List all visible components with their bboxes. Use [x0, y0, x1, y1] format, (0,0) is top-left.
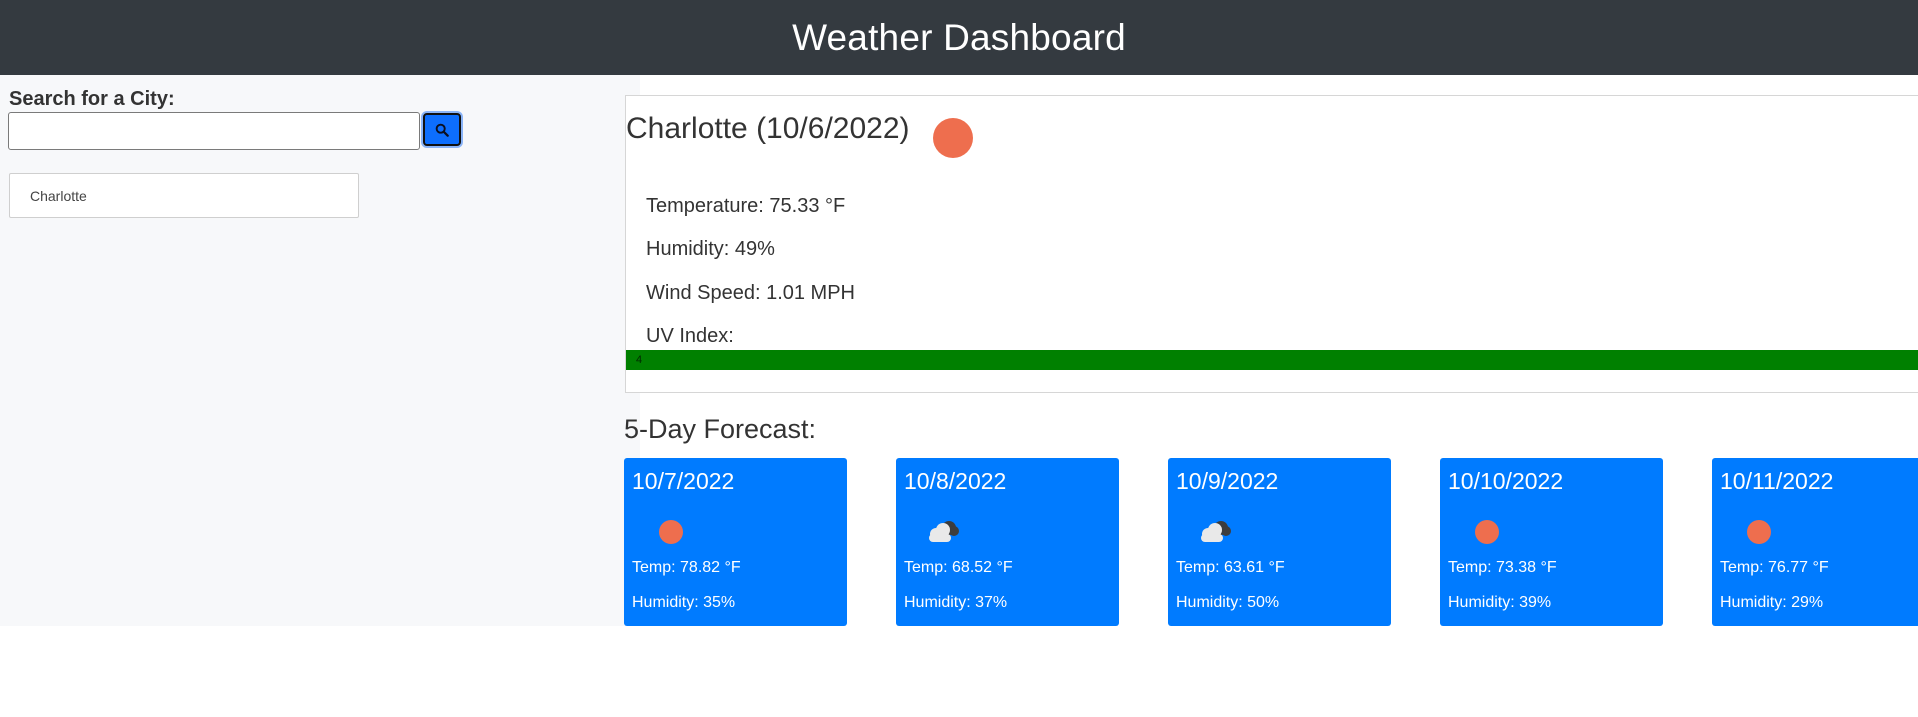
forecast-humidity: Humidity: 37%	[904, 594, 1008, 611]
forecast-card: 10/10/2022 Temp: 73.38 °F Humidity: 39%	[1440, 458, 1663, 626]
forecast-humidity: Humidity: 50%	[1176, 594, 1280, 611]
sun-icon	[1475, 520, 1499, 544]
forecast-temp: Temp: 73.38 °F	[1448, 559, 1557, 576]
search-label: Search for a City:	[9, 88, 175, 110]
sun-icon	[933, 118, 973, 158]
current-weather-card: Charlotte (10/6/2022) Temperature: 75.33…	[625, 95, 1918, 393]
forecast-card: 10/11/2022 Temp: 76.77 °F Humidity: 29%	[1712, 458, 1918, 626]
forecast-humidity: Humidity: 29%	[1720, 594, 1824, 611]
forecast-card: 10/7/2022 Temp: 78.82 °F Humidity: 35%	[624, 458, 847, 626]
forecast-date: 10/10/2022	[1448, 468, 1564, 494]
forecast-temp: Temp: 63.61 °F	[1176, 559, 1285, 576]
search-icon	[435, 123, 449, 137]
uv-index-value: 4	[636, 354, 643, 366]
page-title: Weather Dashboard	[792, 16, 1126, 58]
forecast-temp: Temp: 78.82 °F	[632, 559, 741, 576]
current-temperature: Temperature: 75.33 °F	[646, 195, 846, 217]
sidebar: Search for a City: Charlotte	[0, 75, 640, 626]
uv-index-bar: 4	[626, 350, 1918, 370]
cloud-icon	[929, 521, 959, 542]
forecast-humidity: Humidity: 35%	[632, 594, 736, 611]
sun-icon	[659, 520, 683, 544]
header-bar: Weather Dashboard	[0, 0, 1918, 75]
forecast-card: 10/9/2022 Temp: 63.61 °F Humidity: 50%	[1168, 458, 1391, 626]
cloud-icon	[1201, 521, 1231, 542]
forecast-temp: Temp: 68.52 °F	[904, 559, 1013, 576]
uv-index-label: UV Index:	[646, 325, 734, 347]
forecast-temp: Temp: 76.77 °F	[1720, 559, 1829, 576]
forecast-title: 5-Day Forecast:	[624, 414, 817, 444]
current-humidity: Humidity: 49%	[646, 238, 775, 260]
current-city-title: Charlotte (10/6/2022)	[626, 112, 910, 145]
forecast-date: 10/9/2022	[1176, 468, 1279, 494]
search-input[interactable]	[8, 112, 420, 150]
forecast-date: 10/8/2022	[904, 468, 1007, 494]
history-item-charlotte[interactable]: Charlotte	[9, 173, 359, 218]
forecast-date: 10/11/2022	[1720, 468, 1834, 494]
forecast-date: 10/7/2022	[632, 468, 735, 494]
forecast-card: 10/8/2022 Temp: 68.52 °F Humidity: 37%	[896, 458, 1119, 626]
forecast-humidity: Humidity: 39%	[1448, 594, 1552, 611]
sun-icon	[1747, 520, 1771, 544]
search-button[interactable]	[423, 113, 461, 146]
current-wind-speed: Wind Speed: 1.01 MPH	[646, 282, 855, 304]
